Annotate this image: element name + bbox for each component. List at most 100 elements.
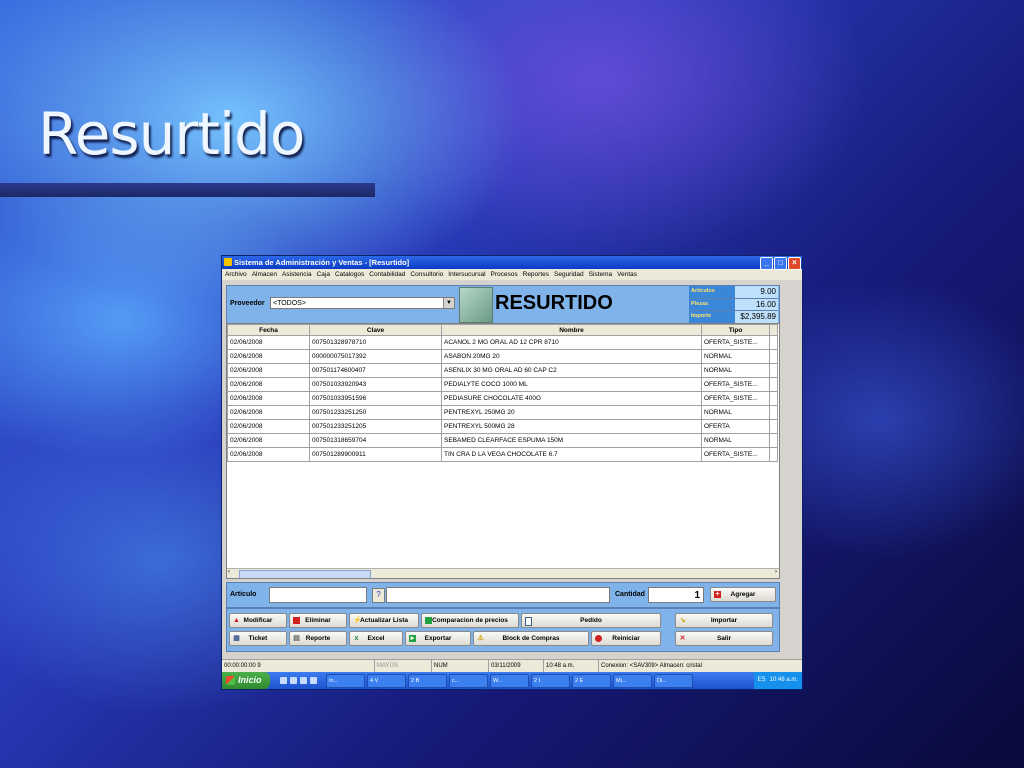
start-label: Inicio [238, 675, 262, 685]
table-row[interactable]: 02/06/2008 007501233251205 PENTREXYL 500MG… [227, 419, 778, 434]
maximize-icon[interactable]: □ [774, 257, 787, 270]
scroll-right-icon[interactable]: › [775, 569, 777, 575]
importar-button[interactable]: ↘ Importar [675, 613, 773, 628]
task-button[interactable]: 2 E [572, 673, 611, 688]
menu-reportes[interactable]: Reportes [523, 269, 549, 280]
quick-launch [280, 677, 326, 684]
proveedor-select[interactable]: <TODOS> ▼ [270, 297, 455, 309]
col-clave[interactable]: Clave [309, 324, 442, 336]
block-compras-button[interactable]: ⚠ Block de Compras [473, 631, 589, 646]
modificar-button[interactable]: ▲ Modificar [229, 613, 287, 628]
menu-asistencia[interactable]: Asistencia [282, 269, 312, 280]
excel-button[interactable]: x Excel [349, 631, 403, 646]
status-time: 00:00:00:00 9 [222, 660, 375, 672]
resurtido-grid[interactable]: Fecha Clave Nombre Tipo 02/06/2008 007501… [226, 323, 780, 579]
cell-clave: 000000075017392 [309, 349, 442, 364]
menu-intersucursal[interactable]: Intersucursal [448, 269, 485, 280]
button-label: Ticket [248, 635, 268, 642]
reiniciar-button[interactable]: Reiniciar [591, 631, 661, 646]
scroll-thumb[interactable] [239, 570, 371, 578]
menu-sistema[interactable]: Sistema [589, 269, 612, 280]
task-button[interactable]: 4 V [367, 673, 406, 688]
menu-archivo[interactable]: Archivo [225, 269, 247, 280]
table-row[interactable]: 02/06/2008 007501033951596 PEDIASURE CHOCO… [227, 391, 778, 406]
menu-almacen[interactable]: Almacen [252, 269, 277, 280]
cell-extra [769, 405, 778, 420]
task-button[interactable]: Mi... [613, 673, 652, 688]
cell-clave: 007501289900911 [309, 447, 442, 462]
pedido-button[interactable]: Pedido [521, 613, 661, 628]
cell-tipo: OFERTA_SISTE... [701, 377, 770, 392]
cell-extra [769, 349, 778, 364]
close-icon[interactable]: × [788, 257, 801, 270]
quicklaunch-icon[interactable] [280, 677, 287, 684]
menu-catalogos[interactable]: Catalogos [335, 269, 364, 280]
actualizar-lista-button[interactable]: ⚡ Actualizar Lista [349, 613, 419, 628]
task-button[interactable]: c... [449, 673, 488, 688]
cell-fecha: 02/06/2008 [227, 377, 310, 392]
table-row[interactable]: 02/06/2008 007501328978710 ACANOL 2 MG ORA… [227, 335, 778, 350]
col-tipo[interactable]: Tipo [701, 324, 770, 336]
table-row[interactable]: 02/06/2008 007501233251250 PENTREXYL 250MG… [227, 405, 778, 420]
stats-box: Articulos 9.00 Piezas 16.00 Importe Esti… [689, 286, 778, 330]
quicklaunch-icon[interactable] [310, 677, 317, 684]
import-icon: ↘ [679, 617, 686, 624]
dropdown-arrow-icon[interactable]: ▼ [443, 298, 454, 308]
task-button[interactable]: Di... [654, 673, 693, 688]
start-button[interactable]: Inicio [222, 672, 270, 689]
menu-seguridad[interactable]: Seguridad [554, 269, 584, 280]
menu-consultorio[interactable]: Consultorio [410, 269, 443, 280]
col-nombre[interactable]: Nombre [441, 324, 702, 336]
proveedor-value: <TODOS> [273, 300, 306, 307]
table-row[interactable]: 02/06/2008 007501174600407 ASENLIX 30 MG O… [227, 363, 778, 378]
cell-clave: 007501033920943 [309, 377, 442, 392]
eliminar-button[interactable]: Eliminar [289, 613, 347, 628]
quicklaunch-icon[interactable] [300, 677, 307, 684]
task-buttons: In... 4 V 2 B c... W... 2 I 2 E Mi... Di… [326, 673, 754, 688]
table-row[interactable]: 02/06/2008 007501033920943 PEDIALYTE COCO … [227, 377, 778, 392]
language-indicator[interactable]: ES [758, 672, 766, 689]
quicklaunch-icon[interactable] [290, 677, 297, 684]
ticket-button[interactable]: ▦ Ticket [229, 631, 287, 646]
minimize-icon[interactable]: _ [760, 257, 773, 270]
status-num: NUM [432, 660, 489, 672]
articulo-name-field[interactable] [386, 587, 610, 603]
menu-ventas[interactable]: Ventas [617, 269, 637, 280]
cell-extra [769, 335, 778, 350]
header-panel: Proveedor <TODOS> ▼ RESURTIDO Articulos … [226, 285, 780, 330]
comparacion-precios-button[interactable]: Comparacion de precios [421, 613, 519, 628]
table-row[interactable]: 02/06/2008 007501318659704 SEBAMED CLEARFA… [227, 433, 778, 448]
button-label: Reiniciar [612, 635, 640, 642]
stat-label: Importe Estimado [689, 311, 735, 330]
reporte-button[interactable]: ▤ Reporte [289, 631, 347, 646]
task-button[interactable]: In... [326, 673, 365, 688]
article-entry-bar: Articulo ? Cantidad 1 + Agregar [226, 582, 780, 608]
menu-procesos[interactable]: Procesos [491, 269, 518, 280]
table-row[interactable]: 02/06/2008 000000075017392 ASABON 20MG 20 N… [227, 349, 778, 364]
task-button[interactable]: 2 B [408, 673, 447, 688]
exportar-button[interactable]: ▸ Exportar [405, 631, 471, 646]
agregar-button[interactable]: + Agregar [710, 587, 776, 602]
articulo-input[interactable] [269, 587, 367, 603]
salir-button[interactable]: ✕ Salir [675, 631, 773, 646]
task-button[interactable]: 2 I [531, 673, 570, 688]
menu-caja[interactable]: Caja [317, 269, 330, 280]
cell-nombre: TIN CRA D LA VEGA CHOCOLATE 6.7 [441, 447, 702, 462]
status-date: 03/11/2009 [489, 660, 544, 672]
scroll-left-icon[interactable]: ‹ [228, 569, 230, 575]
status-mayus: MAYÚS [375, 660, 432, 672]
task-button[interactable]: W... [490, 673, 529, 688]
cantidad-input[interactable]: 1 [648, 587, 704, 603]
cell-clave: 007501233251250 [309, 405, 442, 420]
help-icon[interactable]: ? [372, 588, 385, 603]
table-row[interactable]: 02/06/2008 007501289900911 TIN CRA D LA VE… [227, 447, 778, 462]
button-label: Importar [710, 617, 738, 624]
cell-tipo: NORMAL [701, 433, 770, 448]
cell-tipo: NORMAL [701, 363, 770, 378]
horizontal-scrollbar[interactable]: ‹ › [227, 568, 779, 578]
cell-extra [769, 363, 778, 378]
menu-contabilidad[interactable]: Contabilidad [369, 269, 405, 280]
cell-nombre: ASABON 20MG 20 [441, 349, 702, 364]
window-titlebar[interactable]: Sistema de Administración y Ventas - [Re… [222, 256, 802, 270]
col-fecha[interactable]: Fecha [227, 324, 310, 336]
